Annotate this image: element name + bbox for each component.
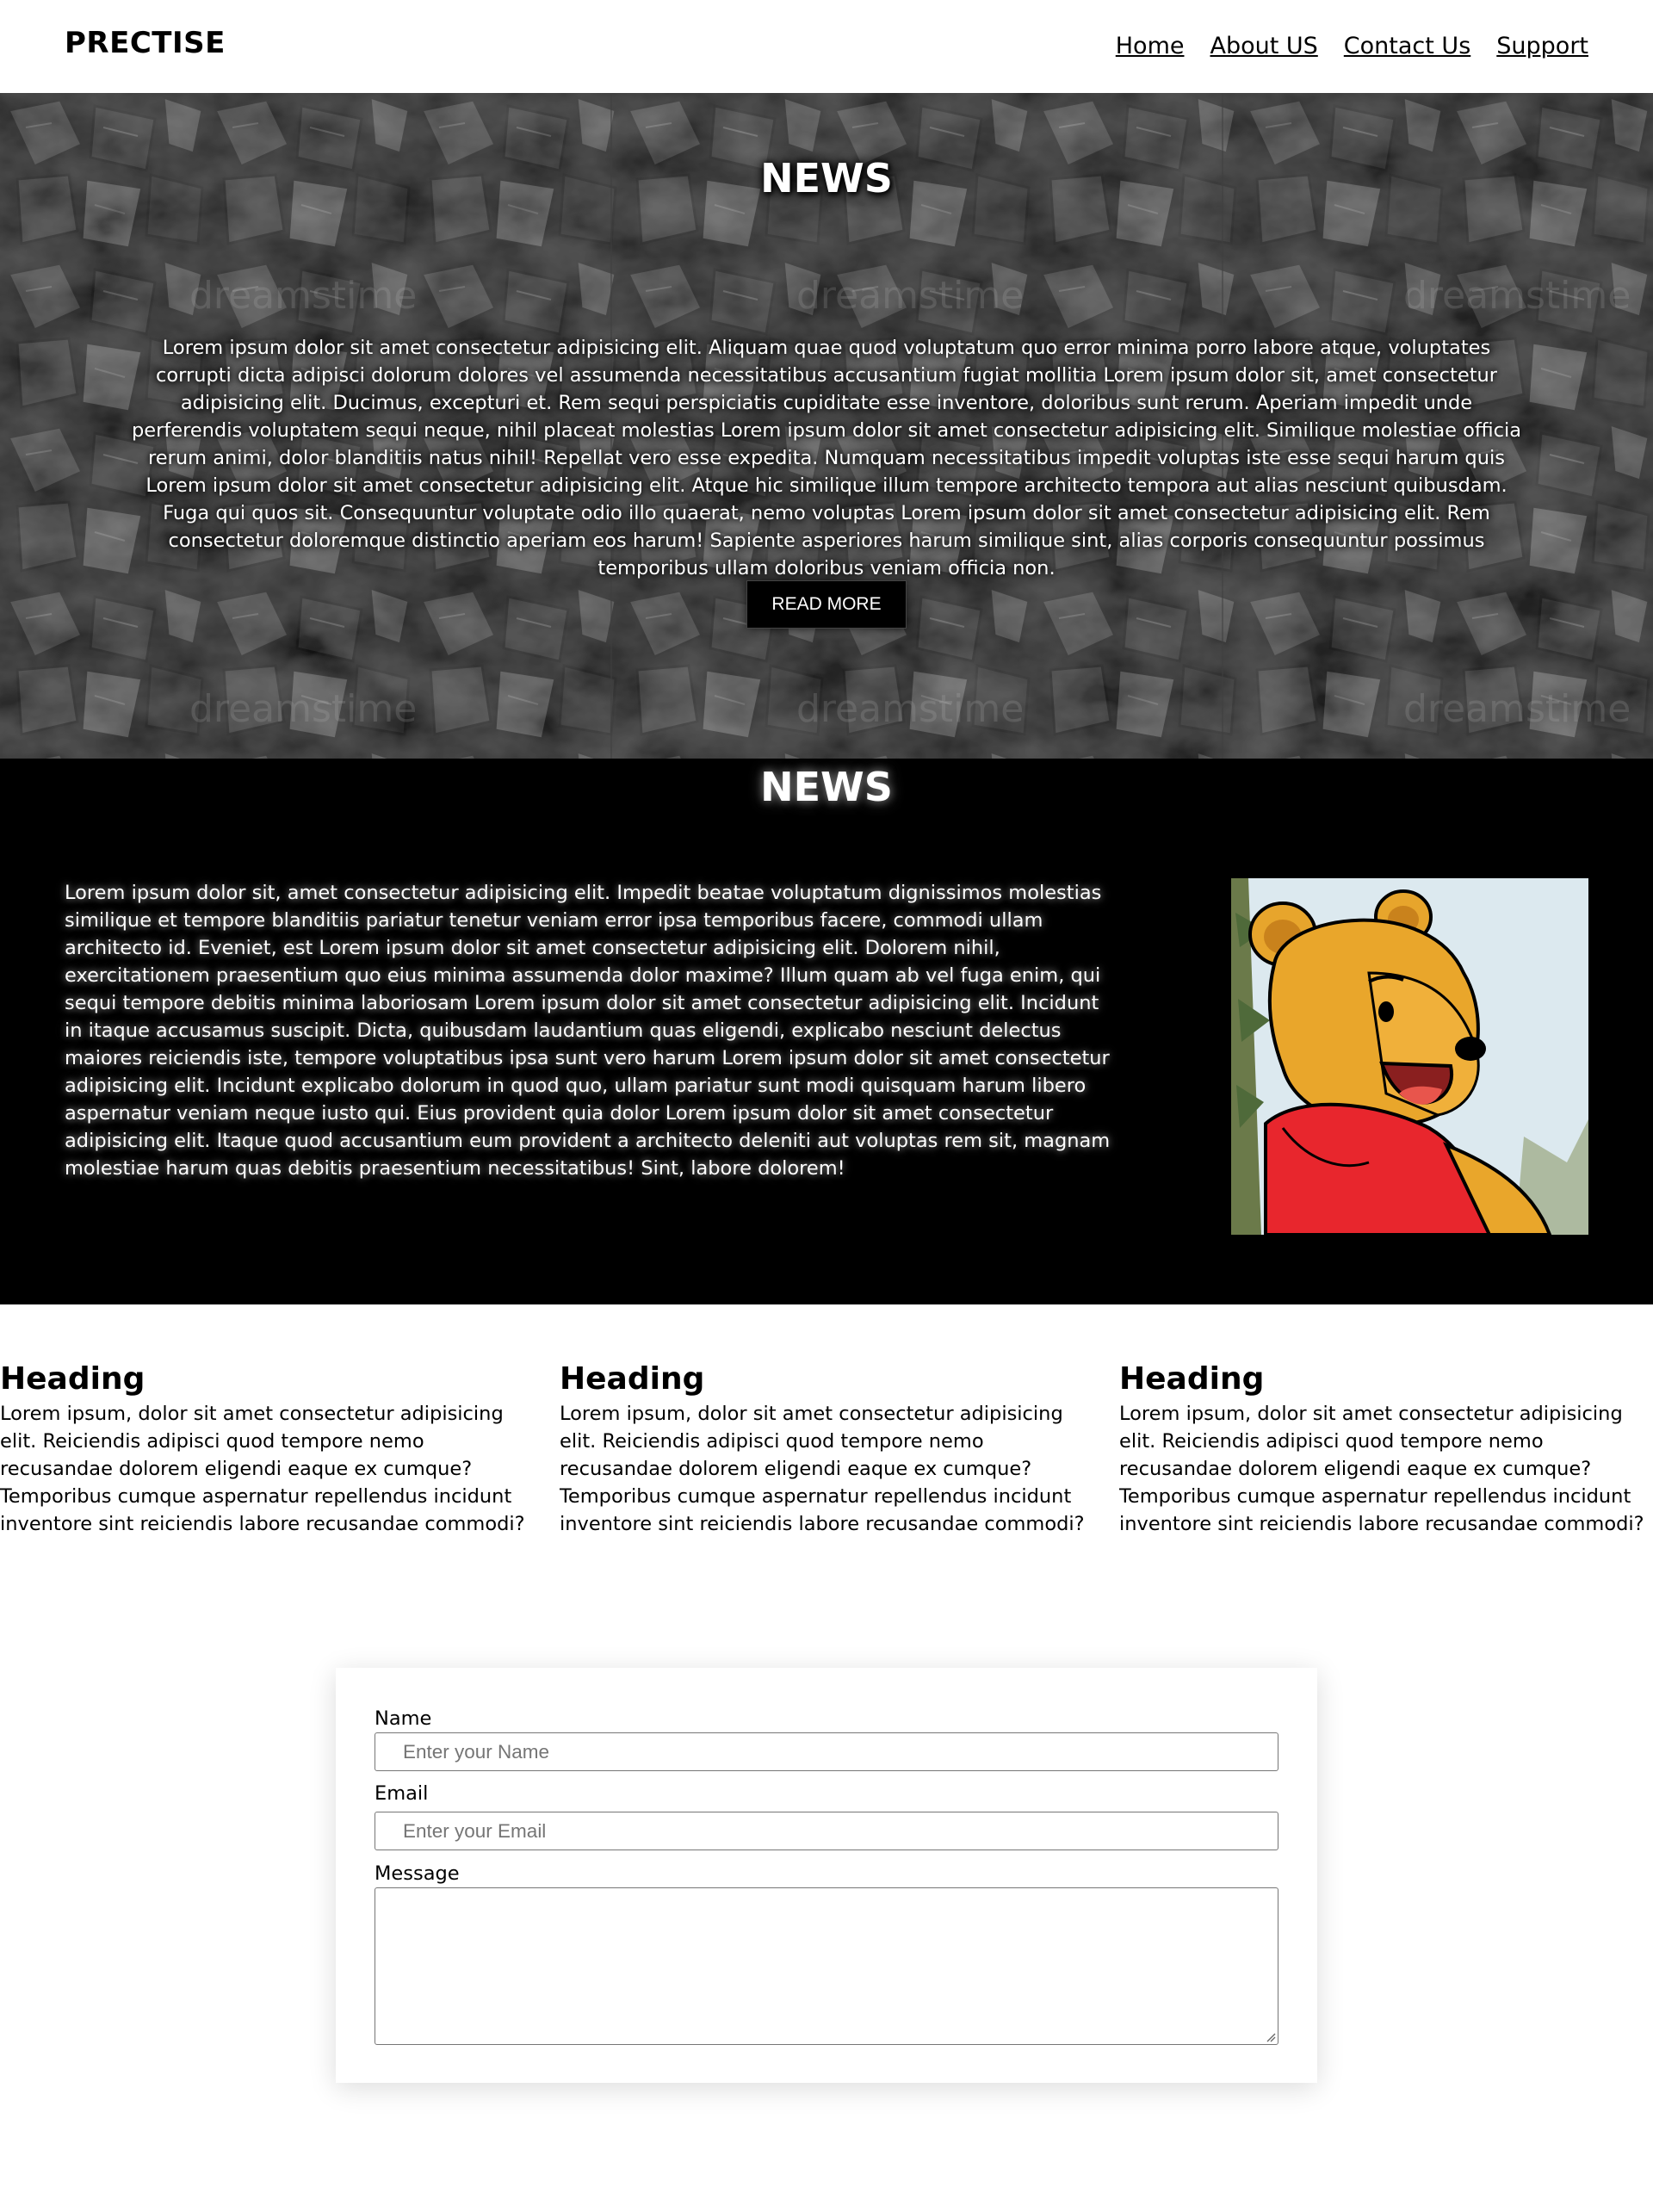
hero-title: NEWS: [760, 155, 893, 201]
feature-column: Heading Lorem ipsum, dolor sit amet cons…: [0, 1359, 529, 1538]
message-label: Message: [375, 1862, 460, 1885]
news-paragraph: Lorem ipsum dolor sit, amet consectetur …: [65, 882, 1111, 1180]
column-heading: Heading: [0, 1361, 145, 1397]
contact-form: Name Email Message: [336, 1668, 1317, 2083]
name-label: Name: [375, 1707, 432, 1730]
site-header: PRECTISE Home About US Contact Us Suppor…: [0, 0, 1653, 93]
feature-column: Heading Lorem ipsum, dolor sit amet cons…: [560, 1359, 1089, 1538]
nav-about-link[interactable]: About US: [1210, 33, 1317, 59]
name-input[interactable]: [375, 1732, 1278, 1771]
hero-paragraph: Lorem ipsum dolor sit amet consectetur a…: [131, 337, 1522, 579]
nav-home-link[interactable]: Home: [1116, 33, 1185, 59]
column-heading: Heading: [560, 1361, 705, 1397]
column-text: Lorem ipsum, dolor sit amet consectetur …: [560, 1403, 1085, 1535]
news-title: NEWS: [760, 764, 893, 810]
brand-logo[interactable]: PRECTISE: [65, 26, 226, 60]
nav-support-link[interactable]: Support: [1496, 33, 1588, 59]
news-section: NEWS Lorem ipsum dolor sit, amet consect…: [0, 759, 1653, 1304]
hero-section: dreamstime dreamstime dreamstime dreamst…: [0, 93, 1653, 759]
message-textarea[interactable]: [375, 1887, 1278, 2045]
email-input[interactable]: [375, 1812, 1278, 1850]
column-text: Lorem ipsum, dolor sit amet consectetur …: [0, 1403, 525, 1535]
winnie-the-pooh-image: [1231, 878, 1588, 1235]
nav-contact-link[interactable]: Contact Us: [1344, 33, 1470, 59]
email-label: Email: [375, 1782, 429, 1805]
column-heading: Heading: [1119, 1361, 1265, 1397]
feature-column: Heading Lorem ipsum, dolor sit amet cons…: [1119, 1359, 1649, 1538]
resize-grip-icon[interactable]: [1266, 2032, 1276, 2042]
read-more-button[interactable]: READ MORE: [746, 580, 907, 629]
column-text: Lorem ipsum, dolor sit amet consectetur …: [1119, 1403, 1644, 1535]
main-nav: Home About US Contact Us Support: [1116, 33, 1588, 59]
